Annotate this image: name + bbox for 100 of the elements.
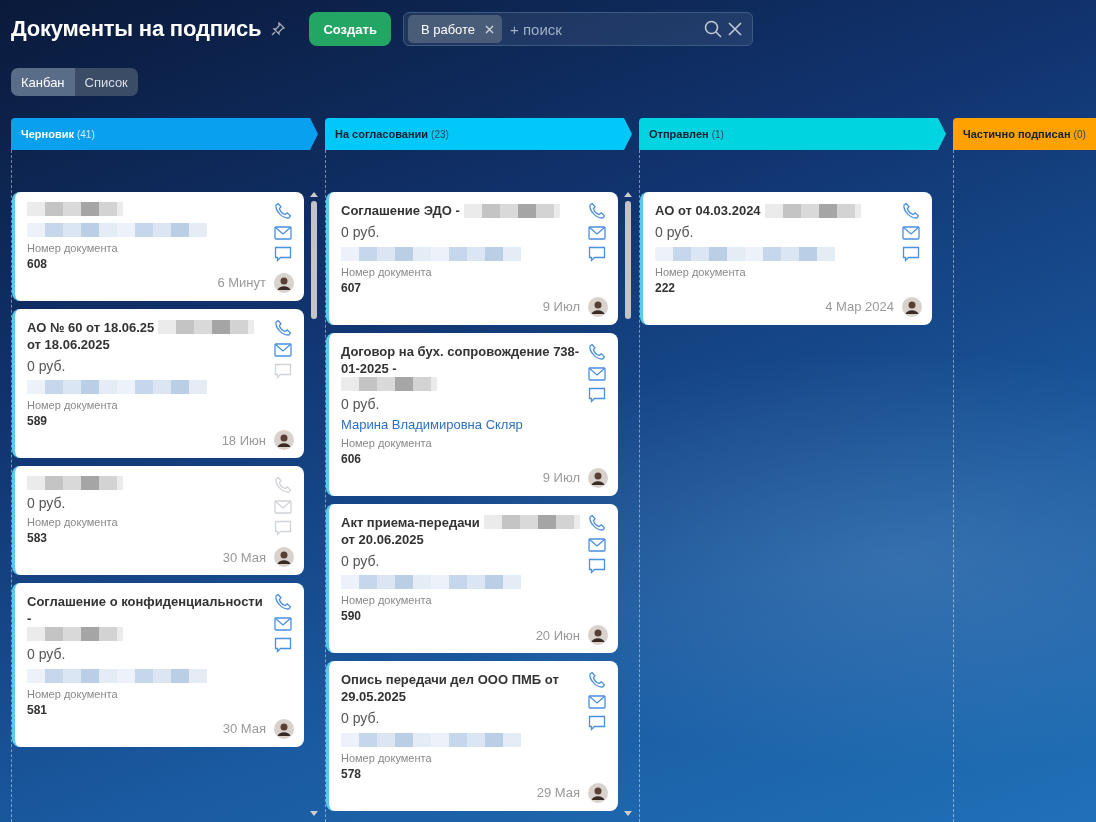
mail-icon[interactable] bbox=[588, 366, 606, 381]
avatar-icon[interactable] bbox=[588, 625, 608, 646]
chat-icon[interactable] bbox=[274, 637, 292, 654]
document-card[interactable]: АО № 60 от 18.06.25 от 18.06.2025 0 руб. Номер документа 589 18 Июн bbox=[12, 308, 304, 459]
card-date: 20 Июн bbox=[535, 627, 580, 643]
card-amount: 0 руб. bbox=[27, 646, 67, 663]
column-header[interactable]: На согласовании (23) bbox=[325, 118, 632, 150]
column-count: (1) bbox=[711, 128, 724, 140]
card-title: Акт приема-передачи bbox=[341, 513, 480, 531]
filter-chip[interactable]: В работе bbox=[407, 15, 503, 43]
card-title: АО от 04.03.2024 bbox=[655, 202, 761, 219]
mail-icon[interactable] bbox=[274, 342, 292, 357]
avatar-icon[interactable] bbox=[588, 467, 608, 488]
column-count: (23) bbox=[431, 128, 449, 140]
mail-icon[interactable] bbox=[274, 226, 292, 240]
page-title: Документы на подпись bbox=[11, 16, 262, 42]
card-amount: 0 руб. bbox=[341, 224, 381, 240]
card-title: Опись передачи дел ООО ПМБ от 29.05.2025 bbox=[341, 671, 560, 706]
document-number: 606 bbox=[341, 451, 363, 466]
column-header[interactable]: Отправлен (1) bbox=[639, 118, 946, 150]
card-date: 30 Мая bbox=[222, 549, 266, 565]
document-card[interactable]: Соглашение о конфиденциальности - 0 руб. Номер документа 581 30 Мая bbox=[12, 583, 304, 747]
mail-icon[interactable] bbox=[274, 617, 292, 632]
phone-icon[interactable] bbox=[588, 513, 606, 532]
document-card[interactable]: АО от 04.03.2024 0 руб. Номер документа 222 4 Мар 2024 bbox=[640, 192, 932, 325]
phone-icon[interactable] bbox=[902, 202, 920, 220]
mail-icon[interactable] bbox=[588, 226, 606, 240]
phone-icon[interactable] bbox=[274, 593, 292, 612]
close-icon[interactable] bbox=[727, 22, 742, 36]
mail-icon[interactable] bbox=[588, 537, 606, 552]
column-name: Отправлен bbox=[649, 128, 709, 140]
phone-icon[interactable] bbox=[588, 342, 606, 361]
avatar-icon[interactable] bbox=[274, 547, 294, 568]
document-number: 578 bbox=[341, 766, 363, 781]
avatar-icon[interactable] bbox=[588, 296, 608, 317]
view-tab[interactable]: Канбан bbox=[11, 68, 75, 96]
column-count: (41) bbox=[76, 128, 95, 140]
chat-icon[interactable] bbox=[588, 246, 606, 262]
field-label: Номер документа bbox=[27, 241, 119, 254]
column-name: Черновик bbox=[21, 128, 74, 140]
document-number: 581 bbox=[27, 702, 49, 717]
field-label: Номер документа bbox=[341, 594, 433, 607]
card-date: 4 Мар 2024 bbox=[825, 299, 894, 315]
document-number: 590 bbox=[341, 609, 363, 624]
phone-icon[interactable] bbox=[588, 671, 606, 690]
pin-icon[interactable] bbox=[271, 22, 286, 36]
card-date: 6 Минут bbox=[217, 275, 266, 291]
card-amount: 0 руб. bbox=[655, 224, 695, 240]
phone-icon[interactable] bbox=[274, 202, 292, 220]
field-label: Номер документа bbox=[341, 265, 433, 278]
contact-link[interactable]: Марина Владимировна Скляр bbox=[341, 416, 523, 432]
mail-icon[interactable] bbox=[902, 226, 920, 240]
phone-icon[interactable] bbox=[274, 318, 292, 337]
document-number: 222 bbox=[655, 280, 677, 295]
avatar-icon[interactable] bbox=[274, 718, 294, 739]
search-icon[interactable] bbox=[703, 20, 722, 38]
view-tab[interactable]: Список bbox=[74, 68, 138, 96]
card-title: от 18.06.2025 bbox=[27, 335, 110, 353]
card-amount: 0 руб. bbox=[27, 357, 67, 374]
card-title: АО № 60 от 18.06.25 bbox=[27, 318, 155, 336]
card-date: 9 Июл bbox=[542, 299, 580, 315]
avatar-icon[interactable] bbox=[274, 272, 294, 293]
field-label: Номер документа bbox=[27, 399, 119, 412]
document-number: 583 bbox=[27, 531, 49, 546]
column-name: Частично подписан bbox=[963, 128, 1071, 140]
card-title: от 20.06.2025 bbox=[341, 530, 424, 548]
search-field[interactable]: В работе + поиск bbox=[402, 12, 753, 46]
card-amount: 0 руб. bbox=[341, 552, 381, 569]
card-title: Договор на бух. сопровождение 738-01-2025 - bbox=[341, 342, 581, 377]
field-label: Номер документа bbox=[341, 751, 433, 764]
document-card[interactable]: Опись передачи дел ООО ПМБ от 29.05.2025 0 руб. Номер документа 578 29 Мая bbox=[326, 661, 618, 811]
document-number: 607 bbox=[341, 280, 363, 295]
document-card[interactable]: Акт приема-передачи от 20.06.2025 0 руб. Номер документа 590 20 Июн bbox=[326, 503, 618, 654]
card-title: Соглашение ЭДО - bbox=[341, 202, 460, 219]
close-icon[interactable] bbox=[485, 24, 495, 34]
document-number: 589 bbox=[27, 414, 49, 429]
document-card[interactable]: Номер документа 608 6 Минут bbox=[12, 192, 304, 301]
field-label: Номер документа bbox=[27, 516, 119, 529]
card-amount: 0 руб. bbox=[27, 495, 67, 512]
chip-label: В работе bbox=[420, 21, 476, 37]
column-header[interactable]: Частично подписан (0) bbox=[953, 118, 1096, 150]
card-title: Соглашение о конфиденциальности - bbox=[27, 593, 264, 628]
chat-icon[interactable] bbox=[902, 246, 920, 262]
document-card[interactable]: 0 руб. Номер документа 583 30 Мая bbox=[12, 466, 304, 576]
chat-icon[interactable] bbox=[588, 386, 606, 403]
chat-icon[interactable] bbox=[588, 557, 606, 574]
document-card[interactable]: Договор на бух. сопровождение 738-01-2025 - 0 руб. Марина Владимировна Скляр Номер документа 606 9 Июл bbox=[326, 332, 618, 496]
chat-icon[interactable] bbox=[274, 246, 292, 262]
field-label: Номер документа bbox=[341, 436, 433, 449]
card-amount: 0 руб. bbox=[341, 710, 381, 727]
phone-icon[interactable] bbox=[588, 202, 606, 220]
avatar-icon[interactable] bbox=[274, 430, 294, 451]
chat-icon[interactable] bbox=[588, 715, 606, 732]
document-card[interactable]: Соглашение ЭДО - 0 руб. Номер документа 607 9 Июл bbox=[326, 192, 618, 325]
mail-icon[interactable] bbox=[588, 695, 606, 710]
document-number: 608 bbox=[27, 256, 49, 271]
avatar-icon[interactable] bbox=[588, 782, 608, 803]
card-date: 18 Июн bbox=[221, 432, 266, 448]
avatar-icon[interactable] bbox=[902, 296, 922, 317]
card-amount: 0 руб. bbox=[341, 395, 381, 412]
